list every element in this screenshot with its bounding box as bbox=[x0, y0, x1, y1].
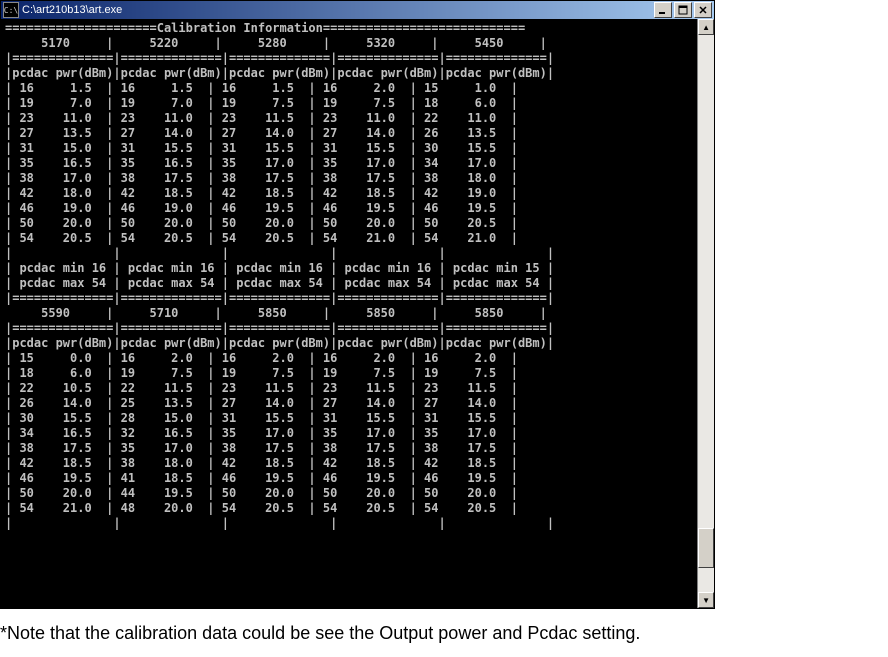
vertical-scrollbar[interactable]: ▲ ▼ bbox=[697, 19, 714, 608]
titlebar[interactable]: C:\ C:\art210b13\art.exe bbox=[1, 1, 714, 19]
scroll-down-button[interactable]: ▼ bbox=[698, 592, 714, 608]
scroll-thumb[interactable] bbox=[698, 528, 714, 568]
console-output: =====================Calibration Informa… bbox=[1, 19, 697, 608]
close-button[interactable] bbox=[694, 2, 712, 18]
footnote-text: *Note that the calibration data could be… bbox=[0, 623, 888, 644]
scroll-track[interactable] bbox=[698, 35, 714, 592]
scroll-up-button[interactable]: ▲ bbox=[698, 19, 714, 35]
window-title: C:\art210b13\art.exe bbox=[22, 4, 122, 16]
minimize-button[interactable] bbox=[654, 2, 672, 18]
console-window: C:\ C:\art210b13\art.exe ===============… bbox=[0, 0, 715, 609]
app-icon: C:\ bbox=[3, 2, 19, 18]
maximize-button[interactable] bbox=[674, 2, 692, 18]
